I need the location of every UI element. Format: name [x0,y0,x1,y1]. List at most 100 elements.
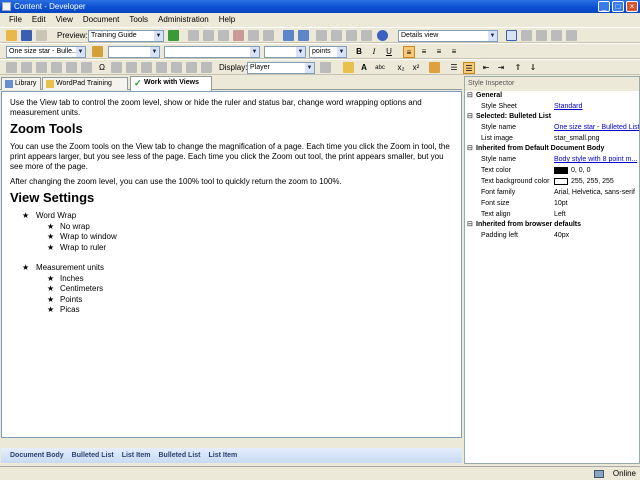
menu-file[interactable]: File [4,13,27,27]
back-icon[interactable] [316,30,327,41]
style-name-link[interactable]: One size star - Bulleted List [554,122,639,133]
grid-toggle-icon[interactable] [201,62,212,73]
menu-help[interactable]: Help [214,13,240,27]
italic-button[interactable]: I [368,46,380,58]
print-icon[interactable] [36,30,47,41]
binoculars-icon[interactable] [171,62,182,73]
section-selected[interactable]: Selected: Bulleted List [465,112,639,122]
property-row: Font family Arial, Helvetica, sans-serif [465,187,639,198]
view-select[interactable]: Details view ▼ [398,30,498,42]
breadcrumb-item[interactable]: Bulleted List [158,448,200,463]
image-icon[interactable] [36,62,47,73]
body-style-link[interactable]: Body style with 8 point m... [554,154,639,165]
section-inherited-document[interactable]: Inherited from Default Document Body [465,144,639,154]
style-select[interactable]: One size star - Bulle... ▼ [6,46,86,58]
highlight-icon[interactable] [343,62,354,73]
layout-icon[interactable] [506,30,517,41]
link-icon[interactable] [21,62,32,73]
tree-icon[interactable] [551,30,562,41]
align-left-icon[interactable]: ≡ [403,46,415,58]
justify-icon[interactable]: ≡ [448,46,460,58]
font-select[interactable]: ▼ [164,46,260,58]
insert-column-icon[interactable] [66,62,77,73]
split-view-icon[interactable] [521,30,532,41]
find-icon[interactable] [346,30,357,41]
menu-document[interactable]: Document [78,13,124,27]
stylesheet-link[interactable]: Standard [554,101,639,112]
copy-icon[interactable] [203,30,214,41]
anchor-icon[interactable] [141,62,152,73]
table-icon[interactable] [6,62,17,73]
brush-icon[interactable] [92,46,103,57]
forward-icon[interactable] [331,30,342,41]
align-center-icon[interactable]: ≡ [418,46,430,58]
display-select[interactable]: Player ▼ [247,62,315,74]
breadcrumb-item[interactable]: List Item [209,448,238,463]
breadcrumb-item[interactable]: List Item [122,448,151,463]
hyperlink-icon[interactable] [126,62,137,73]
class-select[interactable]: ▼ [108,46,160,58]
minimize-button[interactable]: _ [598,1,610,12]
cut-icon[interactable] [188,30,199,41]
outdent-icon[interactable]: ⇤ [480,62,492,74]
align-right-icon[interactable]: ≡ [433,46,445,58]
subscript-icon[interactable]: x₂ [395,62,407,74]
menu-edit[interactable]: Edit [27,13,51,27]
tab-wordpad-training[interactable]: WordPad Training [42,77,128,90]
units-select[interactable]: points ▼ [309,46,347,58]
menu-view[interactable]: View [51,13,78,27]
tab-library[interactable]: Library [1,77,41,90]
bold-button[interactable]: B [353,46,365,58]
spell-check-icon[interactable] [263,30,274,41]
property-row: Text background color 255, 255, 255 [465,176,639,187]
tab-work-with-views[interactable]: ✓ Work with Views [130,76,212,91]
list-item: Wrap to ruler [10,243,453,254]
help-icon[interactable] [377,30,388,41]
maximize-button[interactable]: □ [612,1,624,12]
chevron-down-icon: ▼ [296,47,305,57]
menu-tools[interactable]: Tools [124,13,153,27]
close-button[interactable]: × [626,1,638,12]
property-row: Style name Body style with 8 point m... [465,154,639,165]
font-color-icon[interactable]: A [358,62,370,74]
superscript-icon[interactable]: x² [410,62,422,74]
save-icon[interactable] [21,30,32,41]
grid-icon[interactable] [566,30,577,41]
size-select[interactable]: ▼ [264,46,306,58]
numbered-list-icon[interactable]: ☰ [463,62,475,74]
symbol-icon[interactable]: Ω [96,62,108,74]
color-swatch [554,177,568,185]
media-icon[interactable] [156,62,167,73]
property-label: Font family [481,189,516,196]
paste-icon[interactable] [218,30,229,41]
section-inherited-browser[interactable]: Inherited from browser defaults [465,220,639,230]
delete-icon[interactable] [233,30,244,41]
property-row: Font size 10pt [465,198,639,209]
redo-icon[interactable] [298,30,309,41]
section-general[interactable]: General [465,91,639,101]
indent-icon[interactable]: ⇥ [495,62,507,74]
strikethrough-icon[interactable]: abc [374,62,386,74]
merge-icon[interactable] [81,62,92,73]
go-icon[interactable] [168,30,179,41]
document-editor[interactable]: Use the View tab to control the zoom lev… [1,91,462,438]
insert-row-icon[interactable] [51,62,62,73]
breadcrumb-item[interactable]: Bulleted List [72,448,114,463]
eraser-icon[interactable] [429,62,440,73]
zoom-icon[interactable] [320,62,331,73]
property-value: Arial, Helvetica, sans-serif [554,189,635,196]
spellcheck-icon[interactable] [186,62,197,73]
properties-icon[interactable] [248,30,259,41]
replace-icon[interactable] [361,30,372,41]
bullet-list-icon[interactable]: ☰ [448,62,460,74]
undo-icon[interactable] [283,30,294,41]
menu-administration[interactable]: Administration [153,13,214,27]
underline-button[interactable]: U [383,46,395,58]
field-icon[interactable] [111,62,122,73]
breadcrumb-item[interactable]: Document Body [10,448,64,463]
move-up-icon[interactable]: ⇑ [512,62,524,74]
open-folder-icon[interactable] [6,30,17,41]
move-down-icon[interactable]: ⇓ [527,62,539,74]
preview-select[interactable]: Training Guide ▼ [88,30,164,42]
columns-icon[interactable] [536,30,547,41]
